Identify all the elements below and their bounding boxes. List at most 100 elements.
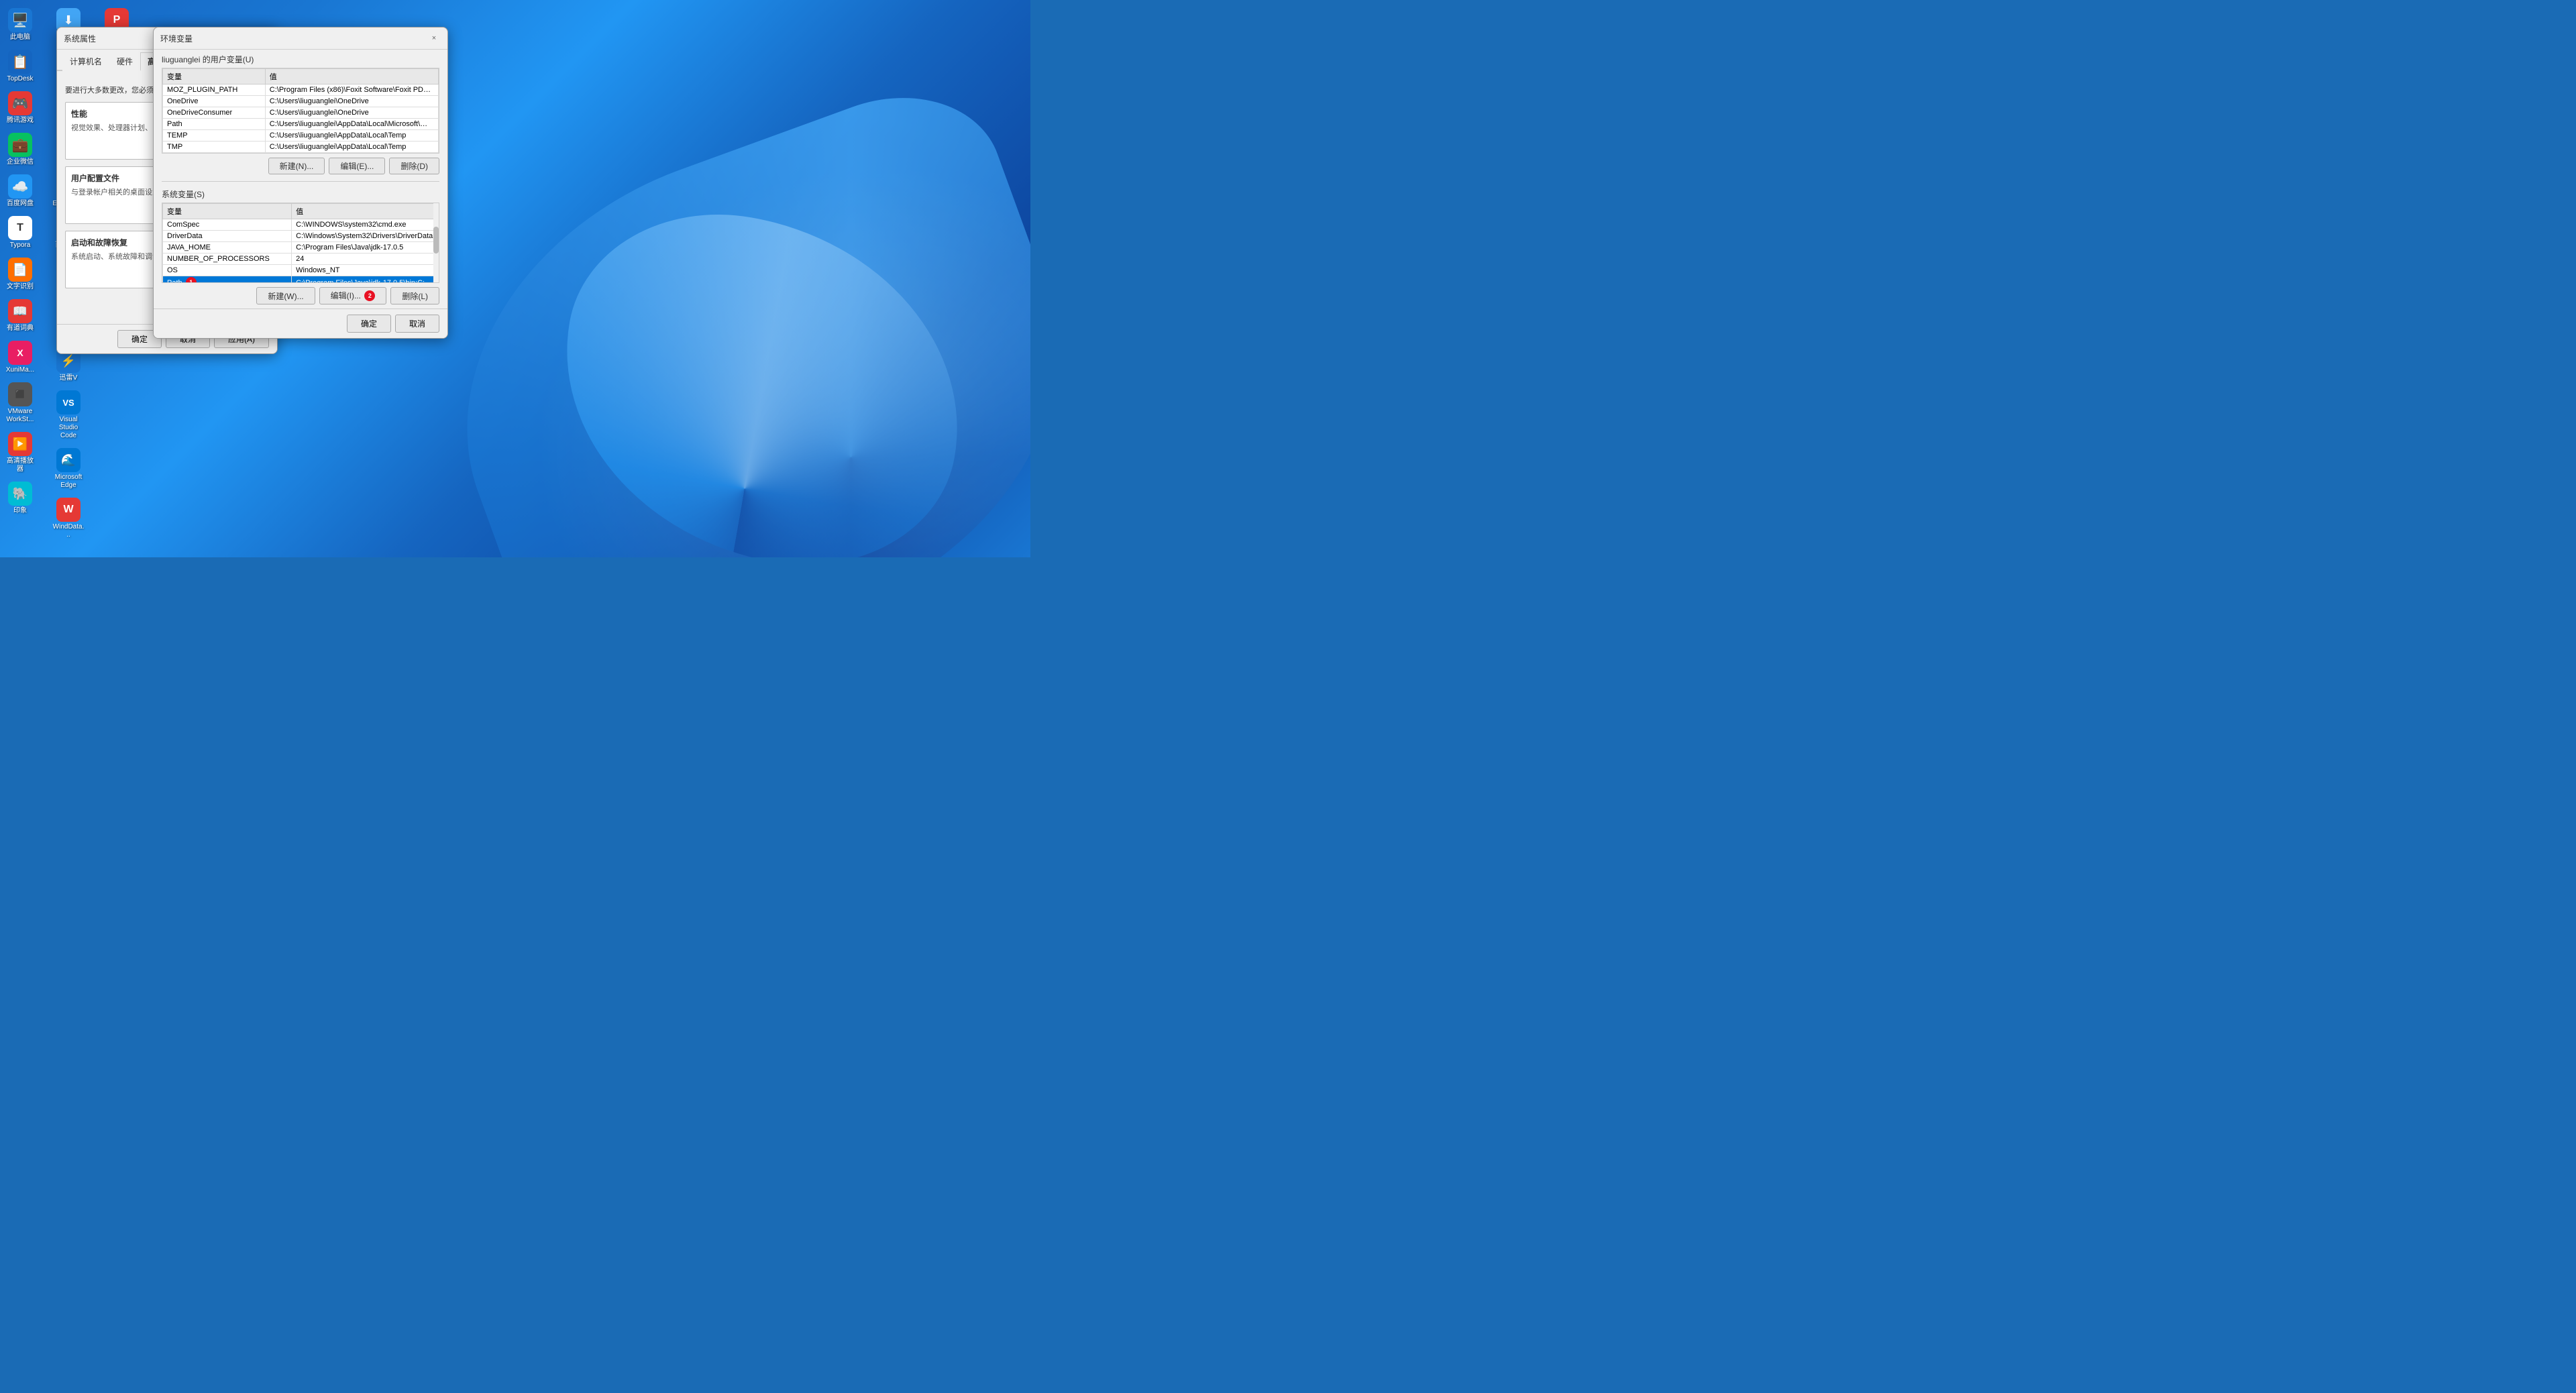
env-separator (162, 181, 439, 182)
user-var-key: MOZ_PLUGIN_PATH (163, 85, 266, 96)
icon-label: TopDesk (7, 75, 34, 83)
wxwork-icon: 💼 (8, 133, 32, 157)
user-delete-btn[interactable]: 删除(D) (389, 158, 439, 174)
user-var-row-onedriveconsumer[interactable]: OneDriveConsumer C:\Users\liuguanglei\On… (163, 107, 439, 119)
edit-badge: 2 (364, 290, 375, 301)
sys-vars-section-title: 系统变量(S) (154, 184, 447, 203)
user-var-row-tmp[interactable]: TMP C:\Users\liuguanglei\AppData\Local\T… (163, 142, 439, 153)
sys-edit-btn[interactable]: 编辑(I)... 2 (319, 287, 387, 304)
envvars-dialog-buttons: 确定 取消 (154, 309, 447, 338)
desktop-icon-topdesk[interactable]: 📋 TopDesk (3, 47, 38, 86)
icon-label: 印象 (13, 507, 27, 515)
ocr-icon: 📄 (8, 258, 32, 282)
sys-var-row-driverdata[interactable]: DriverData C:\Windows\System32\Drivers\D… (163, 231, 439, 242)
sys-var-row-path[interactable]: Path 1 C:\Program Files\Java\jdk-17.0.5\… (163, 276, 439, 284)
desktop-icon-yinxiang[interactable]: 🐘 印象 (3, 479, 38, 518)
tengxun-icon: 🎮 (8, 91, 32, 115)
sys-var-row-javahome[interactable]: JAVA_HOME C:\Program Files\Java\jdk-17.0… (163, 242, 439, 254)
envvars-window: 环境变量 × liuguanglei 的用户变量(U) 变量 值 MOZ_PLU… (153, 27, 448, 339)
envvars-cancel-btn[interactable]: 取消 (395, 315, 439, 333)
sys-delete-btn[interactable]: 删除(L) (390, 287, 439, 304)
sys-vars-col-value: 值 (292, 204, 439, 219)
user-vars-section-title: liuguanglei 的用户变量(U) (154, 50, 447, 68)
icon-label: WindData... (52, 523, 85, 539)
user-edit-btn[interactable]: 编辑(E)... (329, 158, 385, 174)
user-new-btn[interactable]: 新建(N)... (268, 158, 325, 174)
path-badge-1: 1 (186, 277, 197, 283)
icon-label: 文字识别 (7, 283, 34, 291)
sysprops-title: 系统属性 (64, 33, 96, 44)
sys-var-row-numprocessors[interactable]: NUMBER_OF_PROCESSORS 24 (163, 254, 439, 265)
envvars-title: 环境变量 (160, 33, 193, 44)
icon-label: 此电脑 (10, 34, 30, 42)
sys-vars-scrollbar[interactable] (433, 203, 439, 282)
desktop-icon-vscode[interactable]: VS Visual Studio Code (51, 388, 86, 443)
sys-var-value: C:\Program Files\Java\jdk-17.0.5\bin;C:\… (292, 276, 439, 284)
user-var-key: Path (163, 119, 266, 130)
sys-var-key: ComSpec (163, 219, 292, 231)
sys-var-row-comspec[interactable]: ComSpec C:\WINDOWS\system32\cmd.exe (163, 219, 439, 231)
sys-new-btn[interactable]: 新建(W)... (256, 287, 315, 304)
tab-computer-name[interactable]: 计算机名 (62, 52, 109, 71)
vmware-icon: ⬛ (8, 382, 32, 406)
sys-vars-col-key: 变量 (163, 204, 292, 219)
sys-var-key: DriverData (163, 231, 292, 242)
icon-label: 腾讯游戏 (7, 117, 34, 125)
sys-vars-table: 变量 值 ComSpec C:\WINDOWS\system32\cmd.exe… (162, 203, 439, 283)
desktop-icon-edge[interactable]: 🌊 Microsoft Edge (51, 445, 86, 492)
envvars-controls: × (427, 32, 441, 45)
desktop-icon-youdao[interactable]: 📖 有道词典 (3, 296, 38, 335)
icon-label: 有道词典 (7, 325, 34, 333)
user-vars-table-container: 变量 值 MOZ_PLUGIN_PATH C:\Program Files (x… (162, 68, 439, 154)
typora-icon: T (8, 216, 32, 240)
desktop-icon-baidu[interactable]: ☁️ 百度网盘 (3, 172, 38, 211)
envvars-ok-btn[interactable]: 确定 (347, 315, 391, 333)
desktop-icon-typora[interactable]: T Typora (3, 213, 38, 252)
sys-var-row-os[interactable]: OS Windows_NT (163, 265, 439, 276)
topdesk-icon: 📋 (8, 50, 32, 74)
desktop-icon-tengxun[interactable]: 🎮 腾讯游戏 (3, 89, 38, 127)
user-var-key: OneDriveConsumer (163, 107, 266, 119)
desktop-icon-wxwork[interactable]: 💼 企业微信 (3, 130, 38, 169)
user-var-row-onedrive[interactable]: OneDrive C:\Users\liuguanglei\OneDrive (163, 96, 439, 107)
sys-var-key: JAVA_HOME (163, 242, 292, 254)
user-var-value: C:\Users\liuguanglei\AppData\Local\Temp (265, 142, 438, 153)
winddata-icon: W (56, 498, 80, 522)
user-var-row-path[interactable]: Path C:\Users\liuguanglei\AppData\Local\… (163, 119, 439, 130)
user-vars-table: 变量 值 MOZ_PLUGIN_PATH C:\Program Files (x… (162, 68, 439, 153)
user-var-value: C:\Users\liuguanglei\OneDrive (265, 96, 438, 107)
sys-vars-table-container: 变量 值 ComSpec C:\WINDOWS\system32\cmd.exe… (162, 203, 439, 283)
user-var-value: C:\Users\liuguanglei\AppData\Local\Temp (265, 130, 438, 142)
icon-label: 百度网盘 (7, 200, 34, 208)
sys-var-value: C:\Windows\System32\Drivers\DriverData (292, 231, 439, 242)
user-var-row-moz[interactable]: MOZ_PLUGIN_PATH C:\Program Files (x86)\F… (163, 85, 439, 96)
youdao-icon: 📖 (8, 299, 32, 323)
edge-icon: 🌊 (56, 448, 80, 472)
sys-var-value: C:\Program Files\Java\jdk-17.0.5 (292, 242, 439, 254)
desktop-icon-hd-player[interactable]: ▶️ 高清播放器 (3, 429, 38, 476)
vscode-icon: VS (56, 390, 80, 414)
envvars-close-btn[interactable]: × (427, 32, 441, 45)
desktop-icon-vmware[interactable]: ⬛ VMware WorkSt... (3, 380, 38, 427)
desktop-icon-computer[interactable]: 🖥️ 此电脑 (3, 5, 38, 44)
sys-var-key: Path 1 (163, 276, 292, 284)
tab-hardware[interactable]: 硬件 (109, 52, 140, 71)
user-var-key: TMP (163, 142, 266, 153)
baidu-icon: ☁️ (8, 174, 32, 199)
user-var-row-temp[interactable]: TEMP C:\Users\liuguanglei\AppData\Local\… (163, 130, 439, 142)
icon-label: Typora (10, 241, 31, 249)
icon-label: 企业微信 (7, 158, 34, 166)
desktop-icon-winddata[interactable]: W WindData... (51, 495, 86, 542)
desktop-icon-xunima[interactable]: X XuniMa... (3, 338, 38, 377)
sys-var-key: OS (163, 265, 292, 276)
sys-var-value: 24 (292, 254, 439, 265)
sys-var-value: C:\WINDOWS\system32\cmd.exe (292, 219, 439, 231)
icon-label: 高清播放器 (4, 457, 36, 473)
hd-player-icon: ▶️ (8, 432, 32, 456)
icon-label: VMware WorkSt... (4, 408, 36, 424)
desktop-icon-ocr[interactable]: 📄 文字识别 (3, 255, 38, 294)
envvars-titlebar: 环境变量 × (154, 27, 447, 50)
sys-vars-btns: 新建(W)... 编辑(I)... 2 删除(L) (154, 283, 447, 309)
computer-icon: 🖥️ (8, 8, 32, 32)
user-var-key: OneDrive (163, 96, 266, 107)
